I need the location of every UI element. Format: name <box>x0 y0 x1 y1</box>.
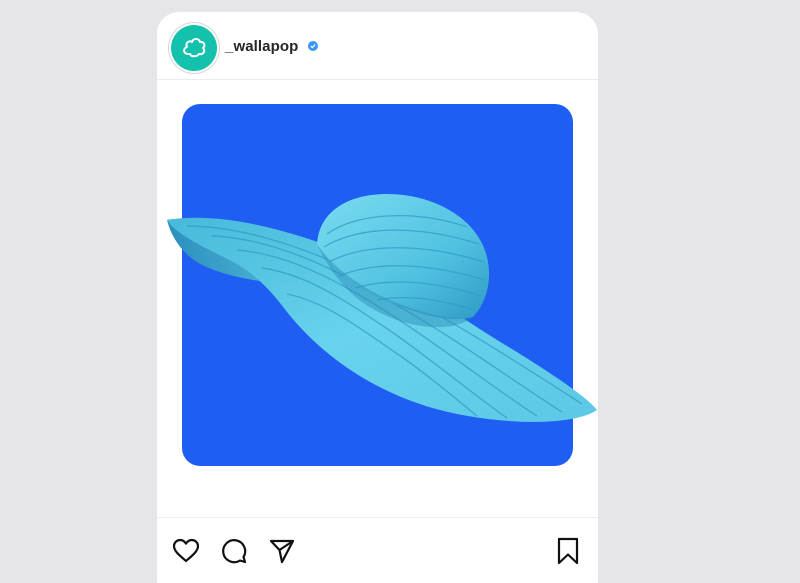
username[interactable]: _wallapop <box>225 38 298 55</box>
action-bar <box>157 532 598 572</box>
send-icon <box>269 539 295 564</box>
save-button[interactable] <box>553 536 583 566</box>
post-card: _wallapop <box>157 12 598 583</box>
stage: _wallapop <box>0 0 800 583</box>
comment-button[interactable] <box>219 536 249 566</box>
wallapop-logo-icon <box>183 38 206 58</box>
post-image[interactable] <box>182 104 573 466</box>
avatar[interactable] <box>171 25 217 71</box>
comment-icon <box>222 539 247 564</box>
header-divider <box>157 79 598 80</box>
post-header: _wallapop <box>157 12 598 82</box>
verified-badge-icon <box>308 41 318 51</box>
share-button[interactable] <box>267 536 297 566</box>
like-button[interactable] <box>171 536 201 566</box>
heart-icon <box>172 538 200 563</box>
actions-divider <box>157 517 598 518</box>
bookmark-icon <box>557 537 579 565</box>
